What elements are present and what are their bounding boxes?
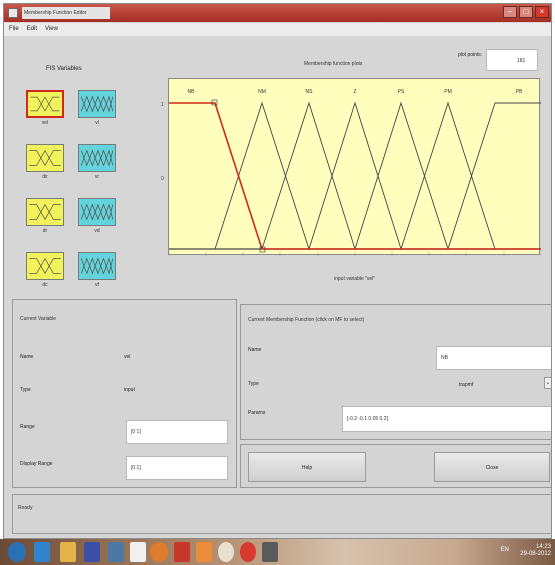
app-icon[interactable] <box>108 542 124 562</box>
mf-shape-icon <box>29 149 61 167</box>
fis-input-label: vel <box>41 120 49 126</box>
variable-type-label: Type <box>20 387 31 393</box>
mf-name-label: PS <box>398 89 405 95</box>
variable-range-label: Range <box>20 424 35 430</box>
title-bar[interactable]: Membership Function Editor – □ × <box>4 4 551 22</box>
app-icon[interactable] <box>196 542 212 562</box>
mf-curve-pm[interactable] <box>400 101 496 250</box>
display-range-label: Display Range <box>20 461 53 467</box>
close-window-button[interactable]: × <box>535 6 549 18</box>
app-icon[interactable] <box>84 542 100 562</box>
mf-params-label: Params <box>248 410 266 416</box>
fis-output-vr[interactable] <box>78 144 116 172</box>
clock-date: 29-08-2012 <box>520 551 551 557</box>
fis-input-label: dc <box>42 282 48 288</box>
mf-name-label: NM <box>258 89 266 95</box>
mf-params-field[interactable]: [-0.2 -0.1 0.05 0.2] <box>342 406 551 432</box>
app-icon[interactable] <box>174 542 190 562</box>
internet-explorer-icon[interactable] <box>34 542 50 562</box>
app-icon[interactable] <box>218 542 234 562</box>
mf-name-label: NB <box>188 89 196 95</box>
y-tick-bottom: 0 <box>161 176 164 182</box>
current-mf-title: Current Membership Function (click on MF… <box>248 317 365 323</box>
mf-editor-window: Membership Function Editor – □ × File Ed… <box>3 3 552 539</box>
mf-curve-nb-selected[interactable] <box>169 102 541 250</box>
help-button[interactable]: Help <box>248 452 366 482</box>
mf-plot-svg: NB NM NS Z PS PM PB <box>169 89 541 256</box>
mf-name-field[interactable]: NB <box>436 346 551 370</box>
fis-input-dc[interactable] <box>26 252 64 280</box>
mf-curve-nm[interactable] <box>214 101 310 250</box>
mf-curve-z[interactable] <box>308 101 402 250</box>
maximize-button[interactable]: □ <box>519 6 533 18</box>
taskbar: 14:23 29-08-2012 EN <box>0 539 555 565</box>
fis-input-dir[interactable] <box>26 144 64 172</box>
system-clock[interactable]: 14:23 29-08-2012 <box>520 544 551 558</box>
menu-edit[interactable]: Edit <box>27 23 37 36</box>
variable-range-field[interactable]: [0 1] <box>126 420 228 444</box>
fis-output-vf[interactable] <box>78 252 116 280</box>
chrome-icon[interactable] <box>150 542 168 562</box>
fis-input-dr[interactable] <box>26 198 64 226</box>
mf-shape-icon <box>80 257 114 275</box>
plot-points-label: plot points: <box>458 52 483 58</box>
status-bar <box>12 494 551 534</box>
y-tick-top: 1 <box>161 102 164 108</box>
mf-name-label: Z <box>353 89 356 95</box>
mf-shape-icon <box>29 203 61 221</box>
mf-name-label: NS <box>306 89 314 95</box>
start-button-icon[interactable] <box>8 542 26 562</box>
fis-output-label: vl <box>95 120 99 126</box>
window-title: Membership Function Editor <box>22 7 110 19</box>
mf-plot[interactable]: NB NM NS Z PS PM PB <box>168 78 541 256</box>
menu-view[interactable]: View <box>45 23 58 36</box>
opera-icon[interactable] <box>240 542 256 562</box>
mf-shape-icon <box>29 257 61 275</box>
fis-input-label: dr <box>42 228 48 234</box>
plot-x-label: input variable "vel" <box>334 276 376 282</box>
mf-shape-icon <box>80 149 114 167</box>
close-button[interactable]: Close <box>434 452 550 482</box>
mf-curve-ns[interactable] <box>261 101 356 250</box>
mf-type-select[interactable]: trapmf <box>459 382 473 388</box>
current-variable-title: Current Variable <box>20 316 57 322</box>
fis-input-label: dir <box>42 174 48 180</box>
variable-name-label: Name <box>20 354 34 360</box>
fis-output-vd[interactable] <box>78 198 116 226</box>
matlab-icon[interactable] <box>262 542 278 562</box>
mf-shape-icon <box>80 95 114 113</box>
variable-type-value: input <box>124 387 135 393</box>
app-icon <box>8 8 18 18</box>
mf-curve-pb[interactable] <box>447 102 541 250</box>
mf-name-label: Name <box>248 347 262 353</box>
language-indicator[interactable]: EN <box>501 547 509 553</box>
status-text: Ready <box>18 505 33 511</box>
minimize-button[interactable]: – <box>503 6 517 18</box>
fis-output-label: vf <box>95 282 99 288</box>
fis-output-vl[interactable] <box>78 90 116 118</box>
menu-bar: File Edit View <box>4 23 551 36</box>
fis-output-label: vd <box>94 228 100 234</box>
menu-file[interactable]: File <box>9 23 19 36</box>
fis-output-label: vr <box>94 174 100 180</box>
display-range-field[interactable]: [0 1] <box>126 456 228 480</box>
plot-title: Membership function plots <box>304 61 363 67</box>
fis-variables-label: FIS Variables <box>46 66 82 72</box>
clock-time: 14:23 <box>535 544 551 550</box>
chevron-down-icon[interactable]: ⌄ <box>544 377 551 389</box>
app-icon[interactable] <box>130 542 146 562</box>
file-explorer-icon[interactable] <box>60 542 76 562</box>
mf-shape-icon <box>30 96 60 112</box>
mf-name-label: PB <box>516 89 523 95</box>
plot-points-field[interactable]: 181 <box>486 49 538 71</box>
mf-name-label: PM <box>444 89 452 95</box>
mf-shape-icon <box>80 203 114 221</box>
fis-input-vel[interactable] <box>26 90 64 118</box>
window-controls: – □ × <box>503 6 549 18</box>
mf-curve-ps[interactable] <box>354 101 449 250</box>
variable-name-value: vel <box>124 354 131 360</box>
mf-type-label: Type <box>248 381 259 387</box>
